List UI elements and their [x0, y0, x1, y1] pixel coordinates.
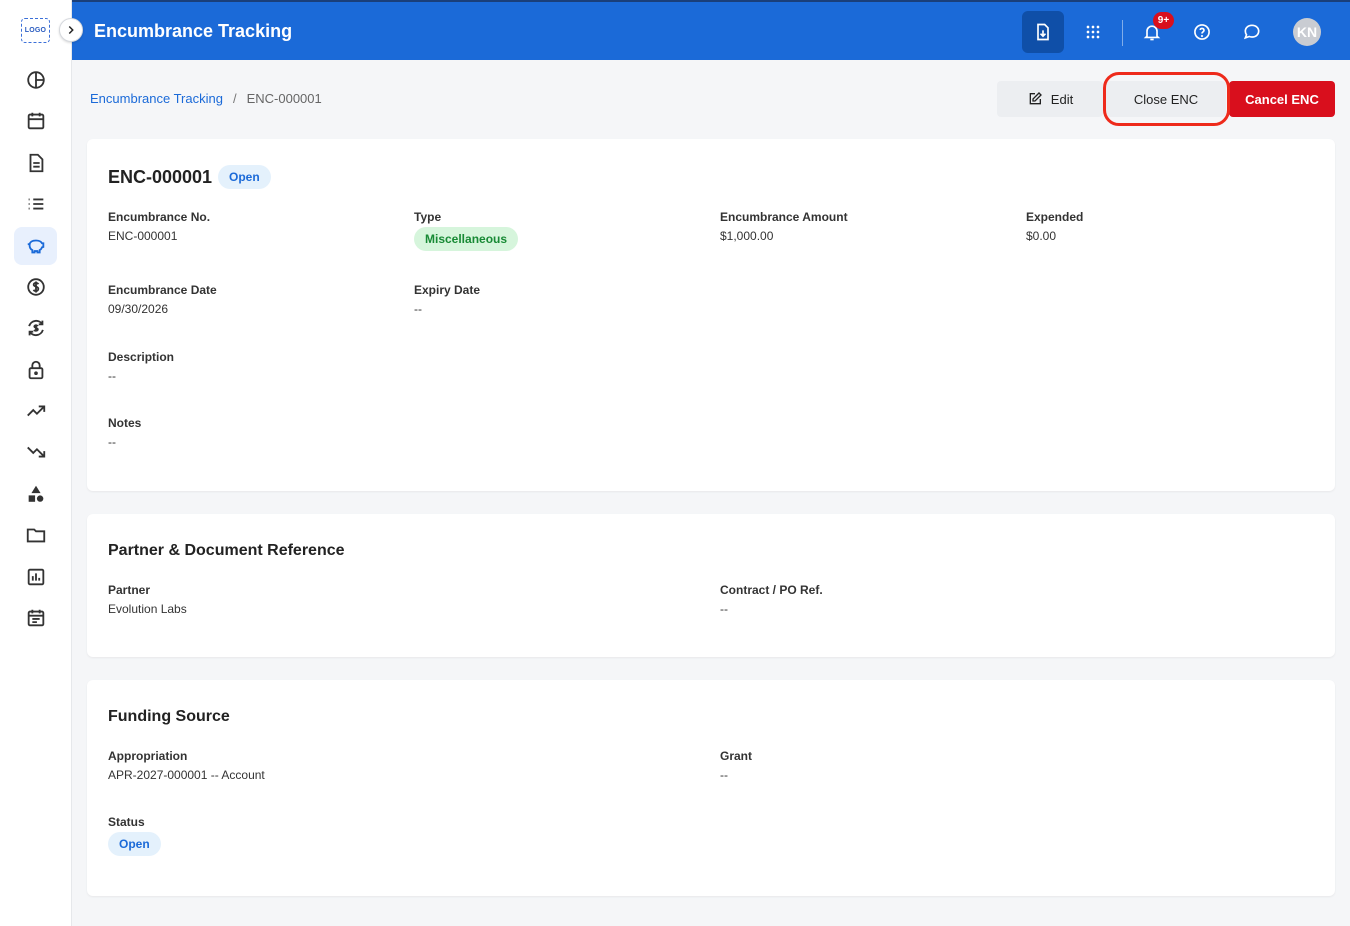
notes-value: -- [108, 435, 116, 449]
chevron-right-icon [68, 25, 74, 35]
breadcrumb-parent-link[interactable]: Encumbrance Tracking [90, 91, 223, 106]
breadcrumb-separator: / [232, 91, 237, 106]
breadcrumb: Encumbrance Tracking / ENC-000001 [90, 91, 322, 106]
partner-label: Partner [108, 583, 151, 597]
notes-label: Notes [108, 416, 142, 430]
calendar-list-icon [27, 609, 44, 627]
type-badge: Miscellaneous [414, 227, 519, 251]
nav-item-security[interactable] [14, 351, 57, 389]
nav-item-dashboard[interactable] [14, 61, 57, 99]
funding-section-title: Funding Source [108, 708, 230, 725]
app-title: Encumbrance Tracking [94, 21, 293, 41]
trending-up-icon [26, 405, 45, 417]
status-badge: Open [218, 165, 271, 189]
partner-value: Evolution Labs [108, 602, 187, 616]
nav-item-expenses[interactable] [14, 433, 57, 471]
shapes-icon [28, 485, 43, 502]
document-icon [29, 153, 43, 173]
description-label: Description [108, 350, 175, 364]
breadcrumb-current: ENC-000001 [246, 91, 322, 106]
apps-button[interactable] [1072, 11, 1114, 53]
trending-down-icon [26, 446, 45, 458]
folder-icon [26, 528, 45, 543]
partner-reference-card: Partner & Document Reference Partner Evo… [87, 514, 1335, 657]
encumbrance-title: ENC-000001 [108, 167, 213, 187]
funding-status-label: Status [108, 815, 145, 829]
notification-badge: 9+ [1153, 12, 1174, 29]
pie-chart-icon [26, 71, 45, 89]
help-button[interactable] [1181, 11, 1223, 53]
chat-bubble-icon [1243, 24, 1260, 40]
grant-value: -- [720, 768, 728, 782]
currency-refresh-icon [27, 320, 44, 336]
edit-button-label: Edit [1050, 91, 1074, 107]
edit-icon [1029, 92, 1042, 105]
funding-source-card: Funding Source Appropriation APR-2027-00… [87, 680, 1335, 896]
nav-item-reports[interactable] [14, 558, 57, 596]
contract-value: -- [720, 602, 728, 616]
amount-label: Encumbrance Amount [720, 210, 848, 224]
export-button[interactable] [1022, 11, 1064, 53]
description-value: -- [108, 369, 116, 383]
top-bar: Encumbrance Tracking 9+ KN [72, 0, 1350, 60]
piggy-bank-icon [27, 239, 44, 254]
nav-item-folders[interactable] [14, 516, 57, 554]
lock-icon [28, 360, 43, 380]
notifications-button[interactable]: 9+ [1131, 11, 1174, 53]
expended-value: $0.00 [1026, 229, 1057, 243]
dollar-circle-icon [26, 278, 45, 296]
logo: LOGO [21, 18, 50, 43]
sidebar-toggle-button[interactable] [59, 18, 83, 42]
partner-section-title: Partner & Document Reference [108, 542, 345, 559]
nav-item-encumbrance[interactable] [14, 227, 57, 265]
grant-label: Grant [720, 749, 753, 763]
amount-value: $1,000.00 [720, 229, 774, 243]
encumbrance-no-value: ENC-000001 [108, 229, 178, 243]
nav-item-exchange[interactable] [14, 309, 57, 347]
appropriation-value: APR-2027-000001 -- Account [108, 768, 265, 782]
nav-item-list[interactable] [14, 185, 57, 223]
encumbrance-date-value: 09/30/2026 [108, 302, 169, 316]
sidebar: LOGO [0, 0, 72, 926]
help-circle-icon [1194, 24, 1210, 40]
appropriation-label: Appropriation [108, 749, 188, 763]
type-label: Type [414, 210, 442, 224]
expended-label: Expended [1026, 210, 1084, 224]
cancel-enc-button[interactable]: Cancel ENC [1229, 81, 1335, 117]
grid-icon [1086, 25, 1100, 39]
contract-label: Contract / PO Ref. [720, 583, 823, 597]
nav-item-revenue[interactable] [14, 392, 57, 430]
list-icon [28, 198, 43, 210]
encumbrance-no-label: Encumbrance No. [108, 210, 211, 224]
nav-item-finance[interactable] [14, 268, 57, 306]
expiry-date-value: -- [414, 302, 422, 316]
expiry-date-label: Expiry Date [414, 283, 481, 297]
chat-button[interactable] [1231, 11, 1273, 53]
user-avatar[interactable]: KN [1293, 18, 1321, 46]
nav-item-schedule[interactable] [14, 599, 57, 637]
funding-status-badge: Open [108, 832, 161, 856]
nav-item-documents[interactable] [14, 144, 57, 182]
calendar-icon [27, 112, 44, 130]
bar-report-icon [27, 568, 44, 586]
nav-item-categories[interactable] [14, 475, 57, 513]
close-enc-button[interactable]: Close ENC [1106, 81, 1226, 117]
edit-button[interactable]: Edit [997, 81, 1103, 117]
download-file-icon [1037, 23, 1049, 41]
header-divider [1122, 20, 1123, 46]
encumbrance-date-label: Encumbrance Date [108, 283, 217, 297]
encumbrance-details-card: ENC-000001 Open Encumbrance No. ENC-0000… [87, 139, 1335, 491]
nav-item-calendar[interactable] [14, 102, 57, 140]
